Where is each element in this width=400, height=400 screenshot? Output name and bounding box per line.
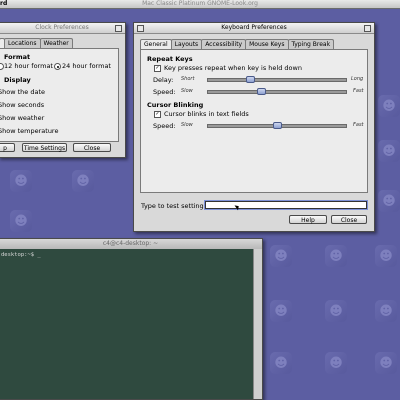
mac-logo-icon: ☻ <box>375 352 397 374</box>
zoom-box-icon[interactable] <box>115 25 122 32</box>
repeat-checkbox[interactable]: ✓ <box>154 65 161 72</box>
terminal-output[interactable]: desktop:~$ _ <box>0 249 254 399</box>
delay-slider-thumb[interactable] <box>246 76 256 83</box>
terminal-window: c4@c4-desktop: ~ desktop:~$ _ <box>0 238 263 400</box>
delay-label: Delay: <box>153 76 174 84</box>
close-button[interactable]: Close <box>73 143 111 152</box>
display-header: Display <box>4 76 31 84</box>
format-24-label: 24 hour format <box>62 62 111 70</box>
blink-speed-label: Speed: <box>153 122 176 130</box>
mac-logo-icon: ☻ <box>375 245 397 267</box>
mac-logo-icon: ☻ <box>325 245 347 267</box>
mac-logo-icon: ☻ <box>325 300 347 322</box>
mac-logo-icon: ☻ <box>10 170 32 192</box>
mac-logo-icon: ☻ <box>378 95 400 117</box>
time-format-header: Format <box>4 53 31 61</box>
menubar-title: Mac Classic Platinum GNOME-Look.org <box>142 0 258 7</box>
option-show-seconds[interactable]: Show seconds <box>0 101 44 109</box>
clock-preferences-window: Clock Preferences Locations Weather Form… <box>0 22 126 158</box>
mac-logo-icon: ☻ <box>270 245 292 267</box>
mac-logo-icon: ☻ <box>10 210 32 232</box>
speed-slider-thumb[interactable] <box>256 88 266 95</box>
cursor-blinking-header: Cursor Blinking <box>147 101 204 109</box>
mac-logo-icon: ☻ <box>378 140 400 162</box>
tab-mouse-keys[interactable]: Mouse Keys <box>245 39 289 49</box>
blink-speed-slider-thumb[interactable] <box>272 122 282 129</box>
repeat-keys-header: Repeat Keys <box>147 55 193 63</box>
time-settings-button[interactable]: Time Settings <box>22 143 67 152</box>
terminal-title: c4@c4-desktop: ~ <box>102 240 159 247</box>
format-24-radio[interactable] <box>54 63 61 70</box>
delay-min-label: Short <box>181 76 195 82</box>
clock-titlebar[interactable]: Clock Preferences <box>0 23 125 34</box>
option-show-date[interactable]: Show the date <box>0 88 45 96</box>
clock-tab-panel: Format 12 hour format 24 hour format Dis… <box>0 48 119 142</box>
top-menubar: rd Mac Classic Platinum GNOME-Look.org <box>0 0 400 9</box>
delay-slider[interactable] <box>207 78 347 82</box>
tab-layouts[interactable]: Layouts <box>170 39 203 49</box>
mac-logo-icon: ☻ <box>270 300 292 322</box>
keyboard-preferences-window: Keyboard Preferences General Layouts Acc… <box>133 22 375 232</box>
repeat-checkbox-label: Key presses repeat when key is held down <box>164 64 302 72</box>
speed-slider[interactable] <box>207 90 347 94</box>
speed-label: Speed: <box>153 88 176 96</box>
terminal-scrollbar[interactable] <box>253 249 262 399</box>
test-settings-label: Type to test settings: <box>141 202 210 210</box>
blink-speed-min-label: Slow <box>181 122 193 128</box>
mac-logo-icon: ☻ <box>270 352 292 374</box>
tab-weather[interactable]: Weather <box>39 38 73 48</box>
format-12-label: 12 hour format <box>4 62 53 70</box>
tab-typing-break[interactable]: Typing Break <box>287 39 335 49</box>
mac-logo-icon: ☻ <box>325 352 347 374</box>
close-button[interactable]: Close <box>331 215 367 224</box>
option-show-weather[interactable]: Show weather <box>0 114 44 122</box>
help-button[interactable]: Help <box>289 215 327 224</box>
speed-max-label: Fast <box>353 88 364 94</box>
mac-logo-icon: ☻ <box>378 190 400 212</box>
option-show-temperature[interactable]: Show temperature <box>0 127 58 135</box>
tab-accessibility[interactable]: Accessibility <box>201 39 247 49</box>
terminal-prompt: desktop:~$ _ <box>1 252 41 258</box>
mac-logo-icon: ☻ <box>375 300 397 322</box>
keyboard-window-title: Keyboard Preferences <box>221 24 287 31</box>
zoom-box-icon[interactable] <box>364 25 371 32</box>
blink-checkbox[interactable]: ✓ <box>154 111 161 118</box>
clock-window-title: Clock Preferences <box>35 24 89 31</box>
mac-logo-icon: ☻ <box>72 170 94 192</box>
keyboard-tab-panel: Repeat Keys ✓ Key presses repeat when ke… <box>140 49 368 193</box>
tab-locations[interactable]: Locations <box>4 38 41 48</box>
blink-speed-max-label: Fast <box>353 122 364 128</box>
close-box-icon[interactable] <box>137 25 144 32</box>
delay-max-label: Long <box>351 76 364 82</box>
keyboard-titlebar[interactable]: Keyboard Preferences <box>134 23 374 34</box>
help-button[interactable]: p <box>0 143 15 152</box>
speed-min-label: Slow <box>181 88 193 94</box>
blink-checkbox-label: Cursor blinks in text fields <box>164 110 249 118</box>
test-settings-input[interactable] <box>205 201 367 209</box>
